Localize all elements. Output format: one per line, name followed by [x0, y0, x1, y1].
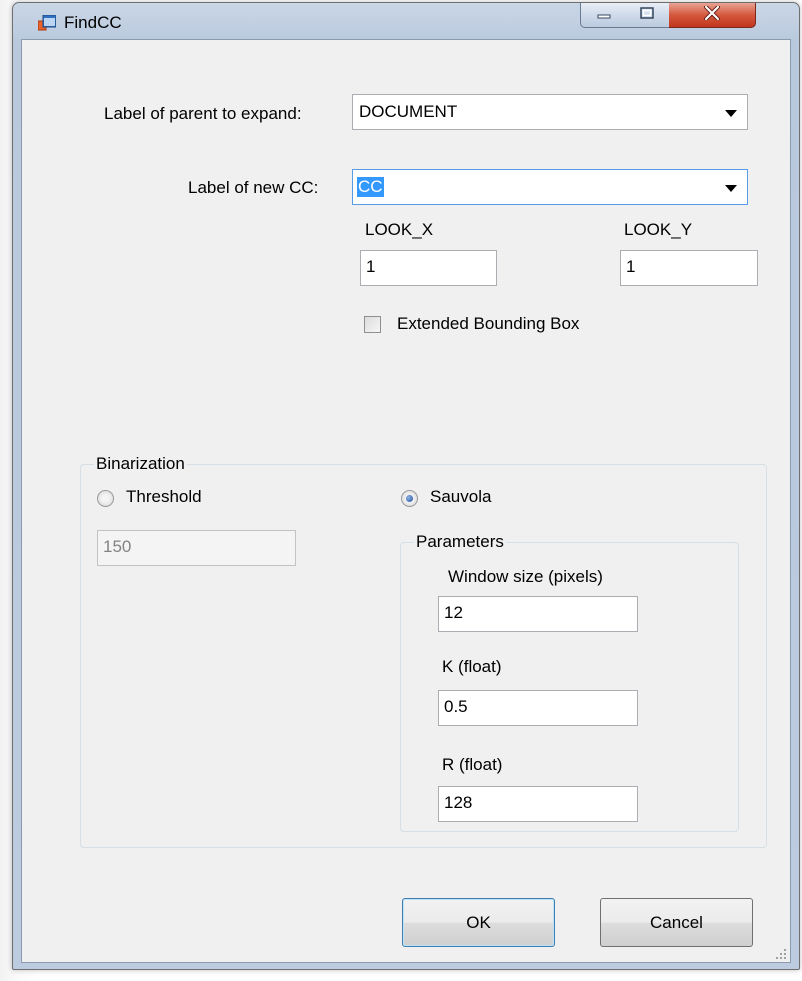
- threshold-label[interactable]: Threshold: [126, 487, 202, 507]
- maximize-icon: [640, 6, 654, 24]
- chevron-down-icon[interactable]: [725, 185, 737, 192]
- extended-bbox-label[interactable]: Extended Bounding Box: [397, 314, 579, 334]
- binarization-title: Binarization: [94, 454, 187, 474]
- sauvola-label[interactable]: Sauvola: [430, 487, 491, 507]
- dialog-client-area: Label of parent to expand: DOCUMENT Labe…: [21, 39, 791, 963]
- parent-combobox-value: DOCUMENT: [359, 102, 458, 121]
- parameters-title: Parameters: [414, 532, 506, 552]
- newcc-combobox[interactable]: CC: [352, 169, 748, 205]
- window-size-input[interactable]: 12: [438, 596, 638, 632]
- look-x-label: LOOK_X: [365, 220, 434, 239]
- newcc-combobox-value: CC: [357, 177, 384, 197]
- close-button[interactable]: [669, 3, 756, 28]
- threshold-radio[interactable]: [97, 490, 114, 507]
- findcc-window: FindCC Label of parent to expand: DOCUME…: [12, 2, 800, 970]
- look-y-input[interactable]: 1: [620, 250, 758, 286]
- app-window-icon: [37, 14, 57, 31]
- cancel-button[interactable]: Cancel: [600, 898, 753, 947]
- close-icon: [704, 4, 720, 25]
- title-bar[interactable]: FindCC: [13, 3, 799, 39]
- k-label: K (float): [442, 657, 502, 676]
- threshold-input: 150: [97, 530, 296, 566]
- newcc-label: Label of new CC:: [188, 178, 319, 197]
- k-input[interactable]: 0.5: [438, 690, 638, 726]
- r-label: R (float): [442, 755, 503, 774]
- parent-label: Label of parent to expand:: [104, 104, 302, 123]
- ok-button[interactable]: OK: [402, 898, 555, 947]
- window-size-label: Window size (pixels): [448, 567, 603, 586]
- minimize-icon: [597, 6, 611, 24]
- look-y-label: LOOK_Y: [624, 220, 693, 239]
- r-input[interactable]: 128: [438, 786, 638, 822]
- parent-combobox[interactable]: DOCUMENT: [352, 94, 748, 130]
- sauvola-radio[interactable]: [401, 490, 418, 507]
- resize-grip-icon[interactable]: [775, 947, 787, 959]
- extended-bbox-checkbox[interactable]: [364, 316, 381, 333]
- minimize-button[interactable]: [580, 3, 627, 28]
- look-x-input[interactable]: 1: [360, 250, 497, 286]
- chevron-down-icon[interactable]: [725, 110, 737, 117]
- window-title: FindCC: [64, 13, 122, 32]
- maximize-button[interactable]: [625, 3, 670, 28]
